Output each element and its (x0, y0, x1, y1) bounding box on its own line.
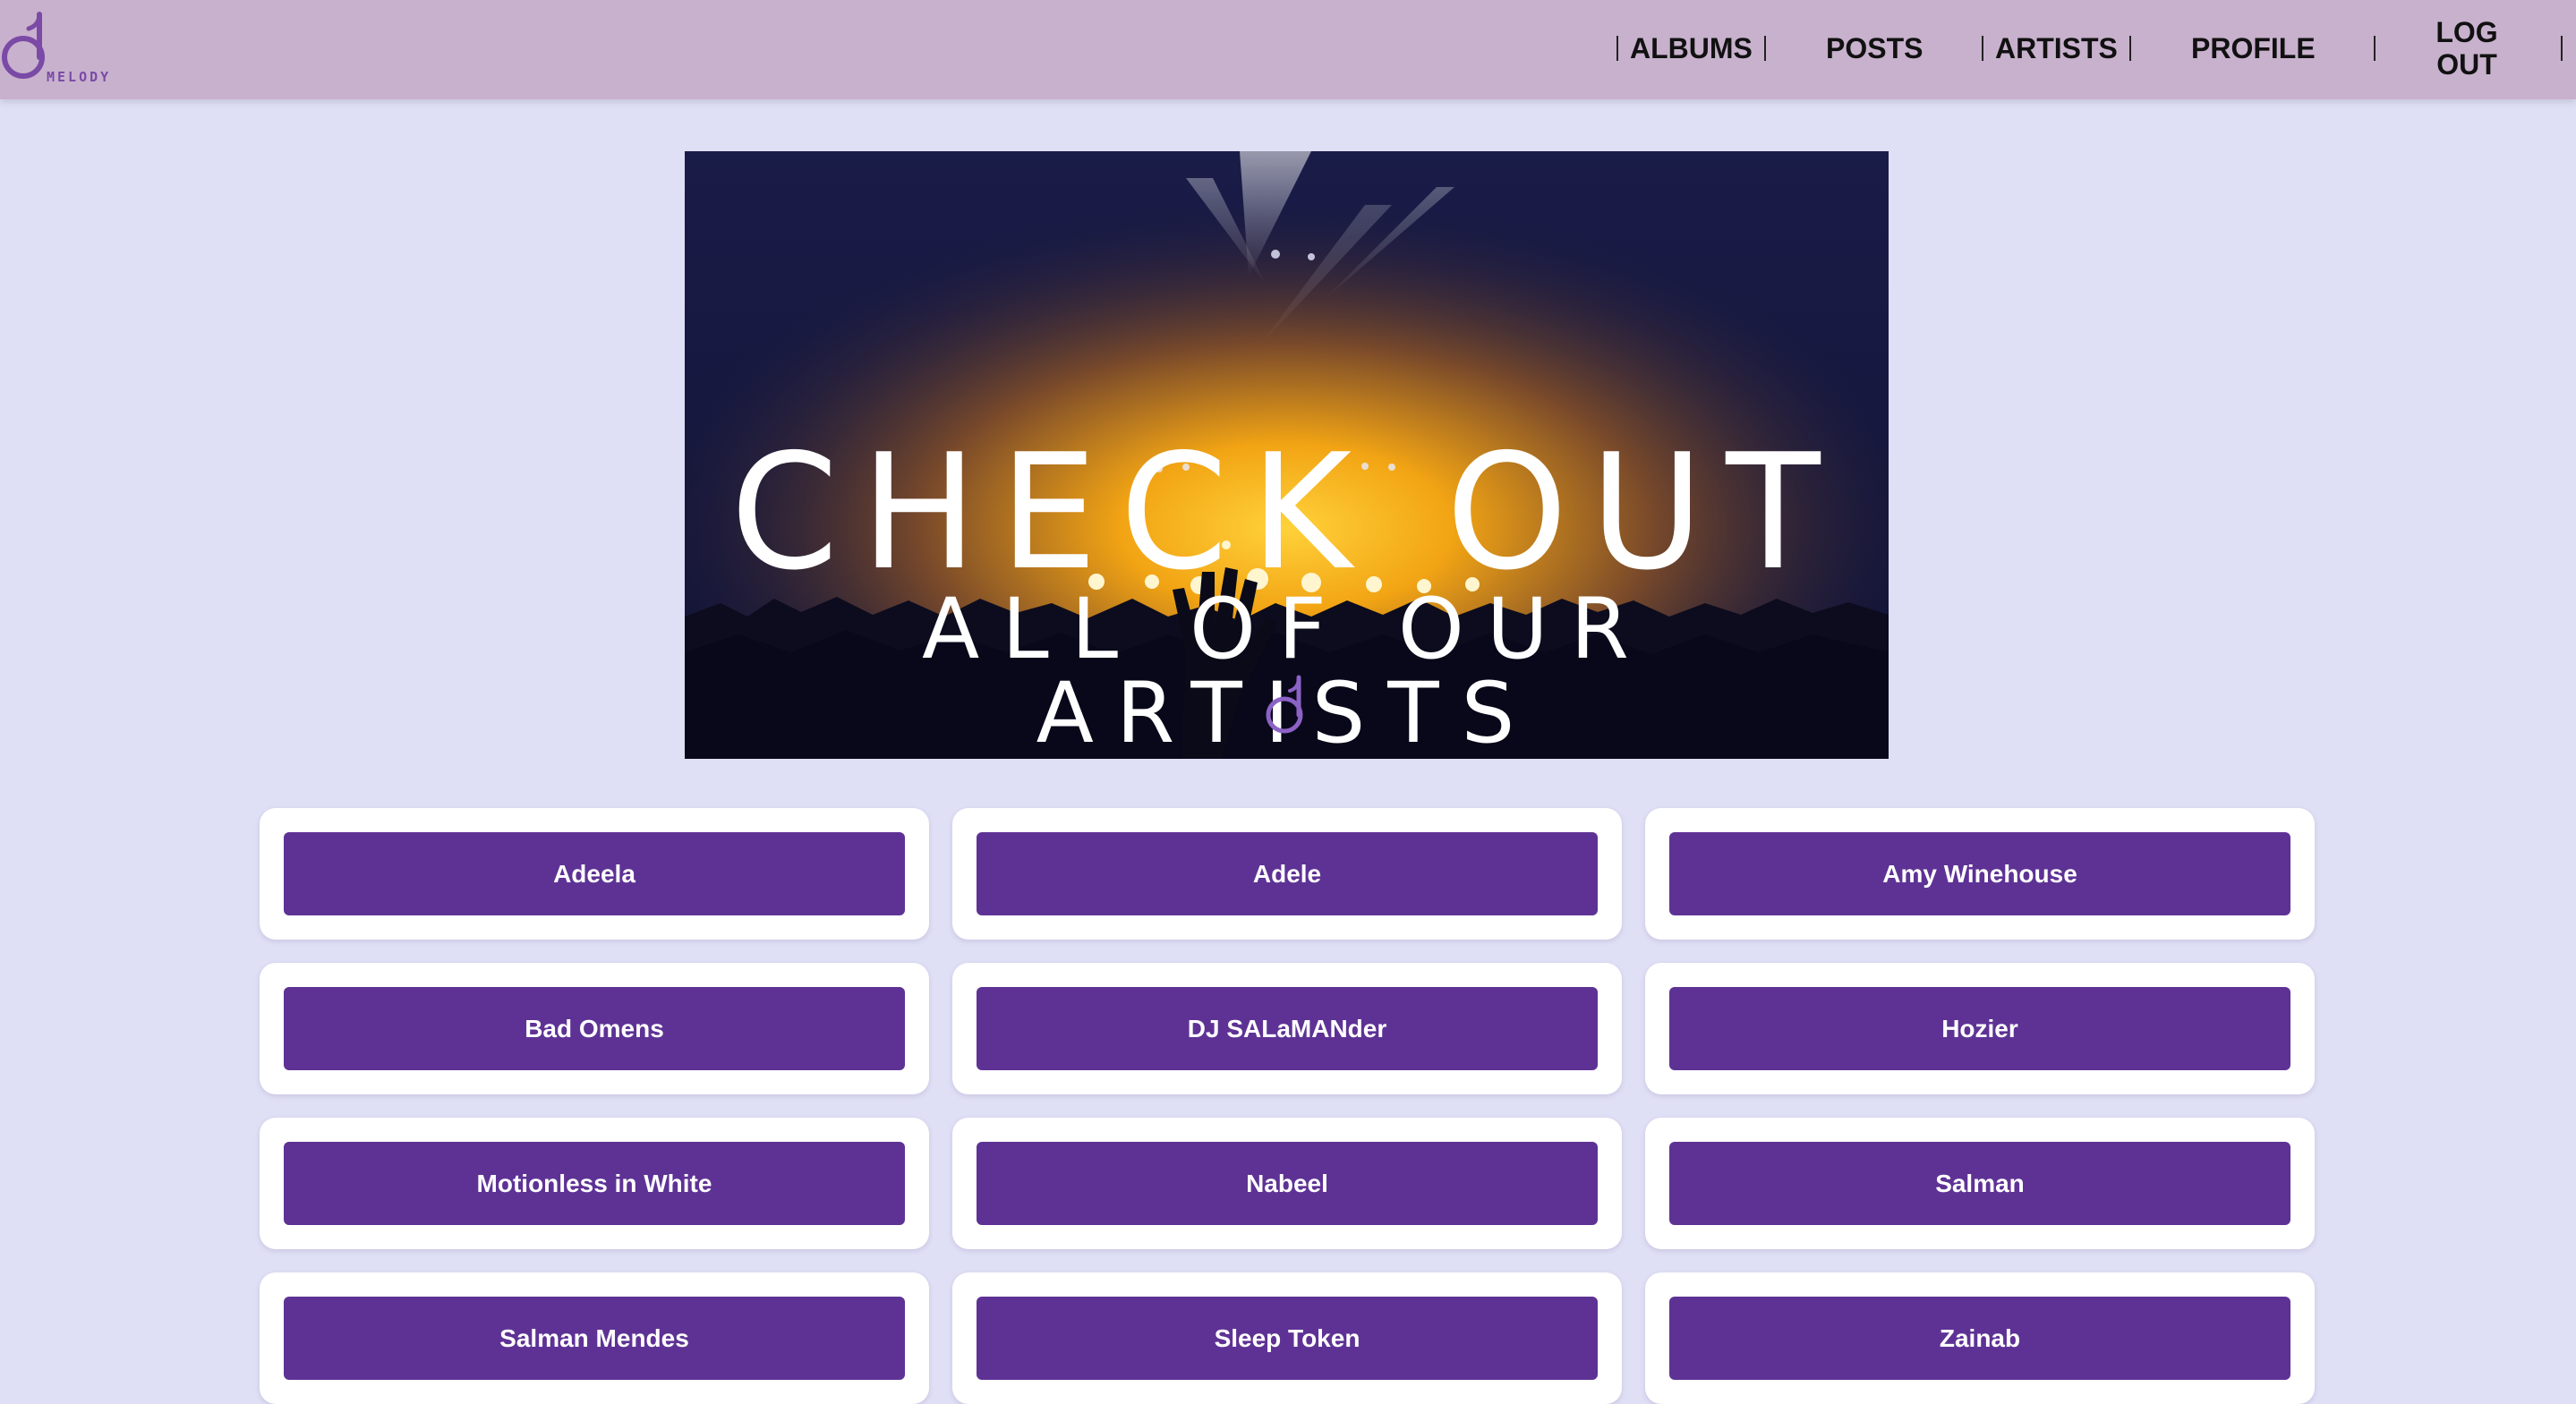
artist-button[interactable]: Zainab (1669, 1297, 2290, 1380)
artist-card: DJ SALaMANder (952, 963, 1622, 1094)
artist-card: Salman (1645, 1118, 2315, 1249)
artists-banner: CHECK OUT ALL OF OUR ARTISTS (685, 151, 1889, 759)
artist-button[interactable]: Sleep Token (977, 1297, 1598, 1380)
melody-logo[interactable]: MELODY (0, 5, 152, 88)
artist-card: Hozier (1645, 963, 2315, 1094)
nav-logout-link[interactable]: LOG OUT (2413, 16, 2521, 81)
nav-separator (1616, 36, 1618, 61)
artist-card: Motionless in White (260, 1118, 929, 1249)
nav-separator (2374, 36, 2376, 61)
artist-card: Bad Omens (260, 963, 929, 1094)
artist-button[interactable]: Motionless in White (284, 1142, 905, 1225)
nav-albums-link[interactable]: ALBUMS (1630, 32, 1753, 64)
artist-card: Salman Mendes (260, 1272, 929, 1404)
music-note-watermark-icon (1266, 675, 1303, 734)
artist-card: Nabeel (952, 1118, 1622, 1249)
artist-button[interactable]: Bad Omens (284, 987, 905, 1070)
artist-button[interactable]: DJ SALaMANder (977, 987, 1598, 1070)
artist-button[interactable]: Adele (977, 832, 1598, 915)
nav-separator (1764, 36, 1766, 61)
top-navbar: MELODY ALBUMS POSTS ARTISTS PROFILE LOG … (0, 0, 2576, 99)
artist-button[interactable]: Hozier (1669, 987, 2290, 1070)
nav-separator (1982, 36, 1983, 61)
artist-button[interactable]: Amy Winehouse (1669, 832, 2290, 915)
nav-separator (2561, 36, 2563, 61)
artist-card: Zainab (1645, 1272, 2315, 1404)
artist-grid: Adeela Adele Amy Winehouse Bad Omens DJ … (260, 808, 2315, 1404)
nav-posts-link[interactable]: POSTS (1826, 32, 1923, 64)
nav-separator (2129, 36, 2131, 61)
nav-artists-link[interactable]: ARTISTS (1995, 32, 2118, 64)
artist-card: Adeela (260, 808, 929, 940)
artist-button[interactable]: Nabeel (977, 1142, 1598, 1225)
logout-label-line1: LOG (2435, 16, 2498, 48)
artist-card: Amy Winehouse (1645, 808, 2315, 940)
banner-title-line-1: CHECK OUT (730, 420, 1843, 605)
artist-button[interactable]: Adeela (284, 832, 905, 915)
logout-label-line2: OUT (2436, 48, 2497, 81)
artist-card: Sleep Token (952, 1272, 1622, 1404)
logo-wordmark: MELODY (47, 69, 112, 85)
artist-button[interactable]: Salman Mendes (284, 1297, 905, 1380)
artist-card: Adele (952, 808, 1622, 940)
nav-profile-link[interactable]: PROFILE (2191, 32, 2316, 64)
artist-button[interactable]: Salman (1669, 1142, 2290, 1225)
music-note-logo-icon (2, 12, 45, 79)
